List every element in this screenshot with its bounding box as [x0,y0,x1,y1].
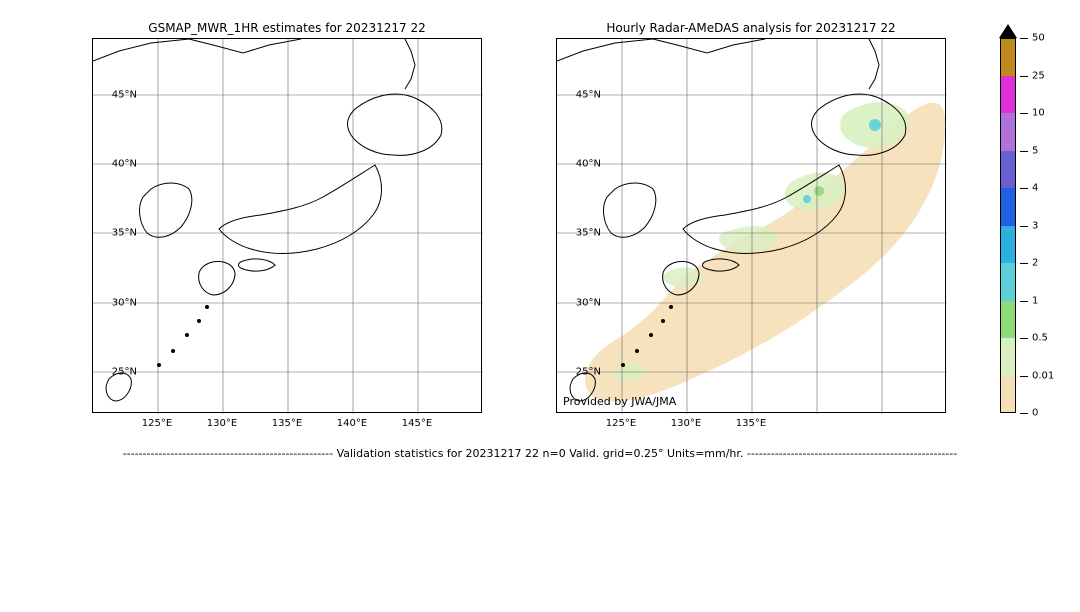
xlabel-125e-r: 125°E [606,418,636,429]
cbar-seg-1-2 [1000,263,1016,301]
xlabel-140e-l: 140°E [337,418,367,429]
xlabel-135e-r: 135°E [736,418,766,429]
cbar-seg-5-10 [1000,113,1016,151]
cbar-label-25: 25 [1032,70,1045,81]
cbar-seg-4-5 [1000,151,1016,189]
map-panel-gsmap: GSMAP_MWR_1HR estimates for 20231217 22 [92,38,482,413]
xlabel-135e-l: 135°E [272,418,302,429]
xlabel-125e-l: 125°E [142,418,172,429]
ylabel-25n: 25°N [112,367,137,378]
xlabel-145e-l: 145°E [402,418,432,429]
ylabel-30n-r: 30°N [576,298,601,309]
cbar-seg-10-25 [1000,76,1016,114]
cbar-label-2: 2 [1032,258,1038,269]
footer-validation-stats: ----------------------------------------… [0,447,1080,460]
cbar-label-0p01: 0.01 [1032,370,1054,381]
ylabel-45n: 45°N [112,90,137,101]
ylabel-45n-r: 45°N [576,90,601,101]
panel-title-right: Hourly Radar-AMeDAS analysis for 2023121… [557,21,945,35]
cbar-label-4: 4 [1032,183,1038,194]
cbar-label-5: 5 [1032,145,1038,156]
cbar-label-10: 10 [1032,108,1045,119]
ylabel-30n: 30°N [112,298,137,309]
map-panel-radar-amedas: Hourly Radar-AMeDAS analysis for 2023121… [556,38,946,413]
colorbar-extend-max-icon [999,24,1017,38]
ylabel-35n: 35°N [112,228,137,239]
cbar-label-1: 1 [1032,295,1038,306]
xlabel-130e-l: 130°E [207,418,237,429]
cbar-seg-0p5-1 [1000,301,1016,339]
cbar-seg-0p01-0p5 [1000,338,1016,376]
cbar-seg-3-4 [1000,188,1016,226]
panel-title-left: GSMAP_MWR_1HR estimates for 20231217 22 [93,21,481,35]
coastlines-left [93,39,483,414]
attribution: Provided by JWA/JMA [563,395,676,408]
ylabel-40n-r: 40°N [576,159,601,170]
cbar-label-50: 50 [1032,33,1045,44]
ylabel-35n-r: 35°N [576,228,601,239]
cbar-seg-25-50 [1000,38,1016,76]
cbar-label-0p5: 0.5 [1032,333,1048,344]
footer-text: Validation statistics for 20231217 22 n=… [337,447,744,460]
cbar-label-0: 0 [1032,408,1038,419]
cbar-seg-2-3 [1000,226,1016,264]
cbar-label-3: 3 [1032,220,1038,231]
xlabel-130e-r: 130°E [671,418,701,429]
colorbar: 50 25 10 5 4 3 2 1 0.5 0.01 0 [1000,38,1016,413]
ylabel-25n-r: 25°N [576,367,601,378]
cbar-seg-0-0p01 [1000,376,1016,414]
ylabel-40n: 40°N [112,159,137,170]
coastlines-right [557,39,947,414]
figure: GSMAP_MWR_1HR estimates for 20231217 22 [0,0,1080,612]
